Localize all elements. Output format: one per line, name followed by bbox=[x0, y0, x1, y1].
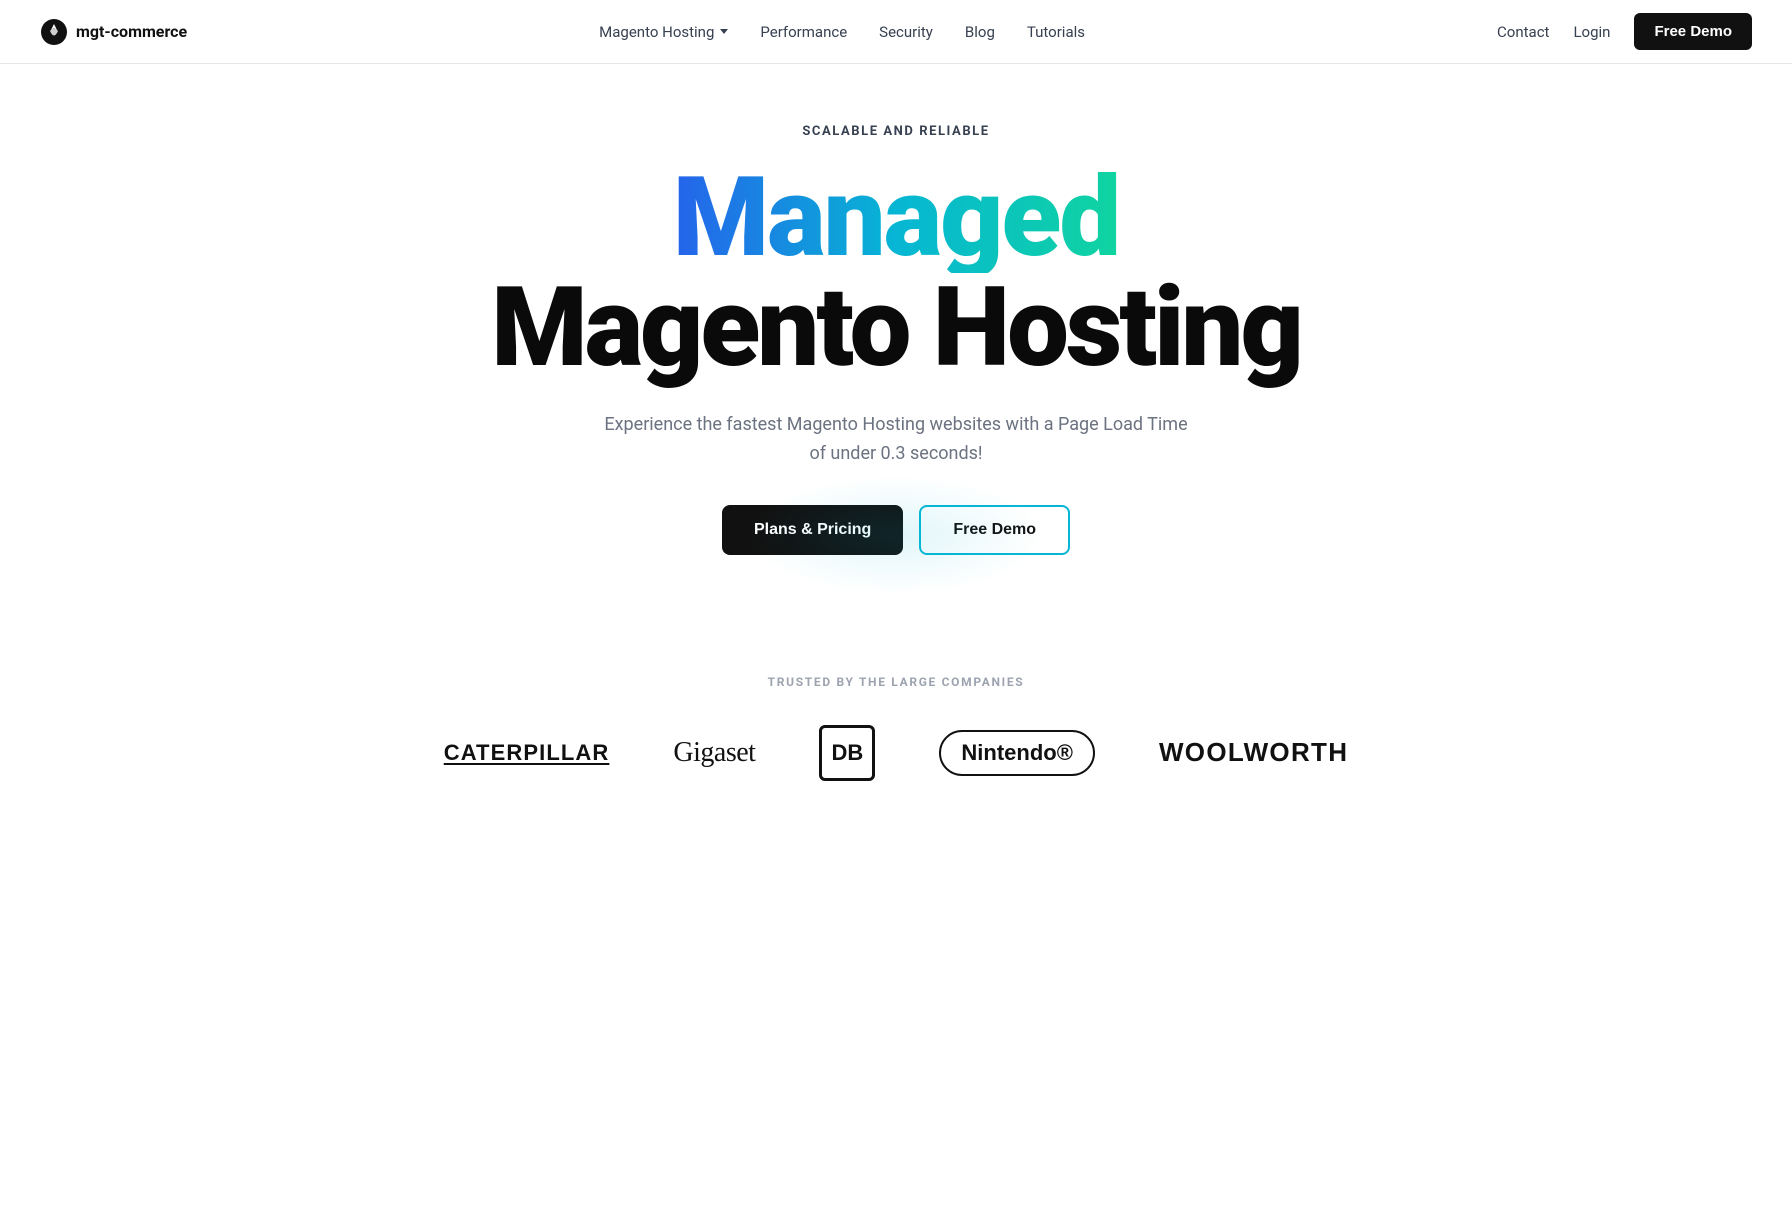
nav-security[interactable]: Security bbox=[879, 23, 933, 41]
free-demo-button[interactable]: Free Demo bbox=[919, 505, 1070, 555]
logo-gigaset: Gigaset bbox=[673, 737, 755, 769]
logo-icon bbox=[40, 18, 68, 46]
trusted-eyebrow: TRUSTED BY THE LARGE COMPANIES bbox=[40, 675, 1752, 689]
nav-performance[interactable]: Performance bbox=[760, 23, 847, 41]
nav-tutorials[interactable]: Tutorials bbox=[1027, 23, 1085, 41]
logo[interactable]: mgt-commerce bbox=[40, 18, 187, 46]
nav-free-demo-button[interactable]: Free Demo bbox=[1634, 13, 1752, 50]
hero-heading: Managed Magento Hosting bbox=[491, 163, 1301, 383]
hero-eyebrow: SCALABLE AND RELIABLE bbox=[802, 124, 989, 139]
trusted-logos: CATERPILLAR Gigaset DB Nintendo® WOOLWOR… bbox=[40, 725, 1752, 781]
chevron-down-icon bbox=[720, 29, 728, 34]
hero-subtext: Experience the fastest Magento Hosting w… bbox=[596, 411, 1196, 469]
logo-woolworth: WOOLWORTH bbox=[1159, 737, 1348, 768]
hero-magento-hosting-text: Magento Hosting bbox=[491, 273, 1301, 383]
logo-db: DB bbox=[819, 725, 875, 781]
hero-cta: Plans & Pricing Free Demo bbox=[722, 505, 1070, 555]
hero-managed-text: Managed bbox=[673, 163, 1120, 273]
nav-contact-link[interactable]: Contact bbox=[1497, 23, 1549, 41]
logo-text: mgt-commerce bbox=[76, 22, 187, 41]
logo-caterpillar: CATERPILLAR bbox=[444, 740, 610, 766]
nav-links: Magento Hosting Performance Security Blo… bbox=[599, 23, 1085, 41]
nav-blog[interactable]: Blog bbox=[965, 23, 995, 41]
trusted-section: TRUSTED BY THE LARGE COMPANIES CATERPILL… bbox=[0, 675, 1792, 841]
logo-nintendo: Nintendo® bbox=[939, 730, 1095, 776]
nav-magento-hosting[interactable]: Magento Hosting bbox=[599, 23, 728, 41]
nav-login-link[interactable]: Login bbox=[1573, 23, 1610, 41]
plans-pricing-button[interactable]: Plans & Pricing bbox=[722, 505, 903, 555]
nav-right: Contact Login Free Demo bbox=[1497, 13, 1752, 50]
navbar: mgt-commerce Magento Hosting Performance… bbox=[0, 0, 1792, 64]
hero-section: SCALABLE AND RELIABLE Managed Magento Ho… bbox=[0, 64, 1792, 595]
